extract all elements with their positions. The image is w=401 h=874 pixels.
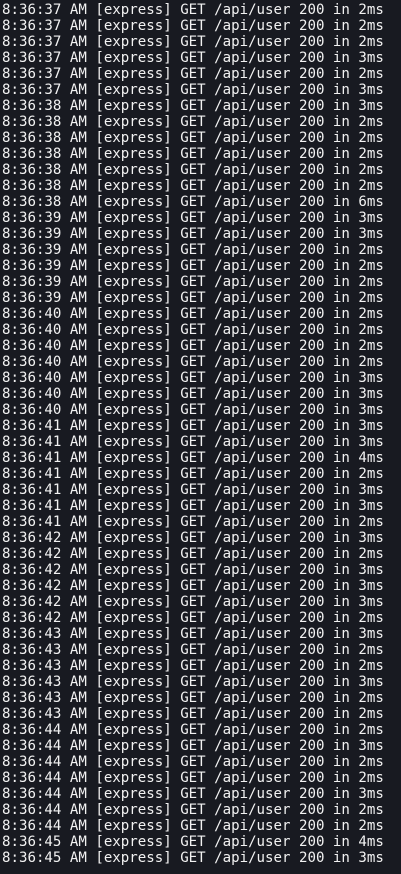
log-line: 8:36:43 AM [express] GET /api/user 200 i… [2,690,384,706]
log-line: 8:36:40 AM [express] GET /api/user 200 i… [2,386,384,402]
log-line: 8:36:43 AM [express] GET /api/user 200 i… [2,626,384,642]
log-line: 8:36:41 AM [express] GET /api/user 200 i… [2,450,384,466]
log-line: 8:36:43 AM [express] GET /api/user 200 i… [2,642,384,658]
log-line: 8:36:40 AM [express] GET /api/user 200 i… [2,322,384,338]
log-line: 8:36:40 AM [express] GET /api/user 200 i… [2,338,384,354]
log-line: 8:36:37 AM [express] GET /api/user 200 i… [2,18,384,34]
log-line: 8:36:41 AM [express] GET /api/user 200 i… [2,482,384,498]
log-line: 8:36:42 AM [express] GET /api/user 200 i… [2,578,384,594]
log-line: 8:36:40 AM [express] GET /api/user 200 i… [2,354,384,370]
log-line: 8:36:40 AM [express] GET /api/user 200 i… [2,402,384,418]
log-line: 8:36:39 AM [express] GET /api/user 200 i… [2,226,384,242]
log-line: 8:36:38 AM [express] GET /api/user 200 i… [2,178,384,194]
terminal-output: 8:36:37 AM [express] GET /api/user 200 i… [0,0,401,874]
log-line: 8:36:44 AM [express] GET /api/user 200 i… [2,786,384,802]
log-line: 8:36:44 AM [express] GET /api/user 200 i… [2,738,384,754]
log-line: 8:36:40 AM [express] GET /api/user 200 i… [2,306,384,322]
log-line: 8:36:45 AM [express] GET /api/user 200 i… [2,834,384,850]
log-line: 8:36:38 AM [express] GET /api/user 200 i… [2,98,384,114]
log-line: 8:36:41 AM [express] GET /api/user 200 i… [2,498,384,514]
log-line: 8:36:41 AM [express] GET /api/user 200 i… [2,434,384,450]
log-line: 8:36:39 AM [express] GET /api/user 200 i… [2,242,384,258]
log-lines: 8:36:37 AM [express] GET /api/user 200 i… [2,2,384,866]
log-line: 8:36:43 AM [express] GET /api/user 200 i… [2,706,384,722]
log-line: 8:36:42 AM [express] GET /api/user 200 i… [2,530,384,546]
log-line: 8:36:38 AM [express] GET /api/user 200 i… [2,194,384,210]
log-line: 8:36:37 AM [express] GET /api/user 200 i… [2,82,384,98]
log-line: 8:36:44 AM [express] GET /api/user 200 i… [2,818,384,834]
log-line: 8:36:42 AM [express] GET /api/user 200 i… [2,610,384,626]
log-line: 8:36:37 AM [express] GET /api/user 200 i… [2,34,384,50]
log-line: 8:36:41 AM [express] GET /api/user 200 i… [2,418,384,434]
log-line: 8:36:44 AM [express] GET /api/user 200 i… [2,770,384,786]
log-line: 8:36:45 AM [express] GET /api/user 200 i… [2,850,384,866]
log-line: 8:36:40 AM [express] GET /api/user 200 i… [2,370,384,386]
log-line: 8:36:38 AM [express] GET /api/user 200 i… [2,130,384,146]
log-line: 8:36:38 AM [express] GET /api/user 200 i… [2,114,384,130]
log-line: 8:36:41 AM [express] GET /api/user 200 i… [2,514,384,530]
log-line: 8:36:39 AM [express] GET /api/user 200 i… [2,290,384,306]
log-line: 8:36:42 AM [express] GET /api/user 200 i… [2,546,384,562]
log-line: 8:36:44 AM [express] GET /api/user 200 i… [2,722,384,738]
log-line: 8:36:37 AM [express] GET /api/user 200 i… [2,2,384,18]
log-line: 8:36:39 AM [express] GET /api/user 200 i… [2,258,384,274]
log-line: 8:36:38 AM [express] GET /api/user 200 i… [2,146,384,162]
log-line: 8:36:37 AM [express] GET /api/user 200 i… [2,50,384,66]
log-line: 8:36:38 AM [express] GET /api/user 200 i… [2,162,384,178]
log-line: 8:36:42 AM [express] GET /api/user 200 i… [2,594,384,610]
log-line: 8:36:43 AM [express] GET /api/user 200 i… [2,658,384,674]
log-line: 8:36:44 AM [express] GET /api/user 200 i… [2,754,384,770]
log-line: 8:36:41 AM [express] GET /api/user 200 i… [2,466,384,482]
log-line: 8:36:37 AM [express] GET /api/user 200 i… [2,66,384,82]
log-line: 8:36:39 AM [express] GET /api/user 200 i… [2,274,384,290]
log-line: 8:36:44 AM [express] GET /api/user 200 i… [2,802,384,818]
log-line: 8:36:43 AM [express] GET /api/user 200 i… [2,674,384,690]
log-line: 8:36:39 AM [express] GET /api/user 200 i… [2,210,384,226]
log-line: 8:36:42 AM [express] GET /api/user 200 i… [2,562,384,578]
